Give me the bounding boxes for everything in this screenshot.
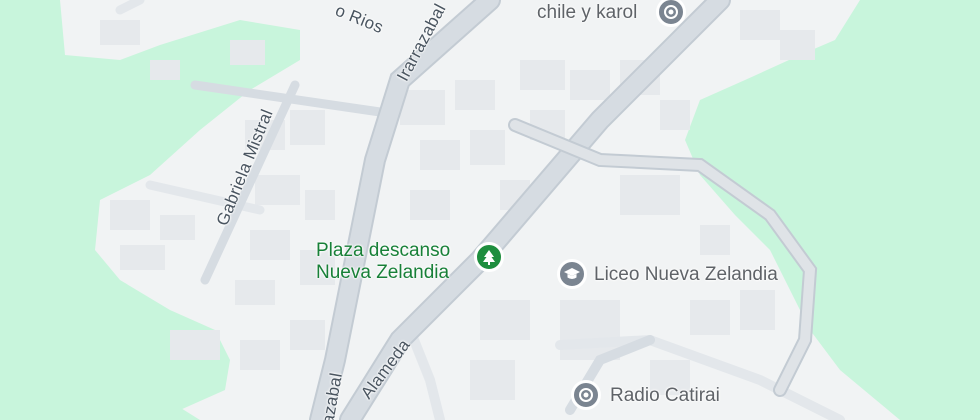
poi-label-plaza-line2[interactable]: Nueva Zelandia [316,262,449,284]
place-pin-icon[interactable] [571,380,601,410]
school-cap-icon[interactable] [557,259,587,289]
poi-label-chile-karol[interactable]: chile y karol [537,2,637,24]
map-canvas[interactable]: o Rios Irarrazabal Gabriela Mistral Alam… [0,0,980,420]
poi-label-radio[interactable]: Radio Catirai [610,385,720,407]
map-base-layer [0,0,980,420]
poi-label-plaza-line1[interactable]: Plaza descanso [316,240,450,262]
park-tree-icon[interactable] [474,242,504,272]
poi-label-liceo[interactable]: Liceo Nueva Zelandia [594,264,778,286]
